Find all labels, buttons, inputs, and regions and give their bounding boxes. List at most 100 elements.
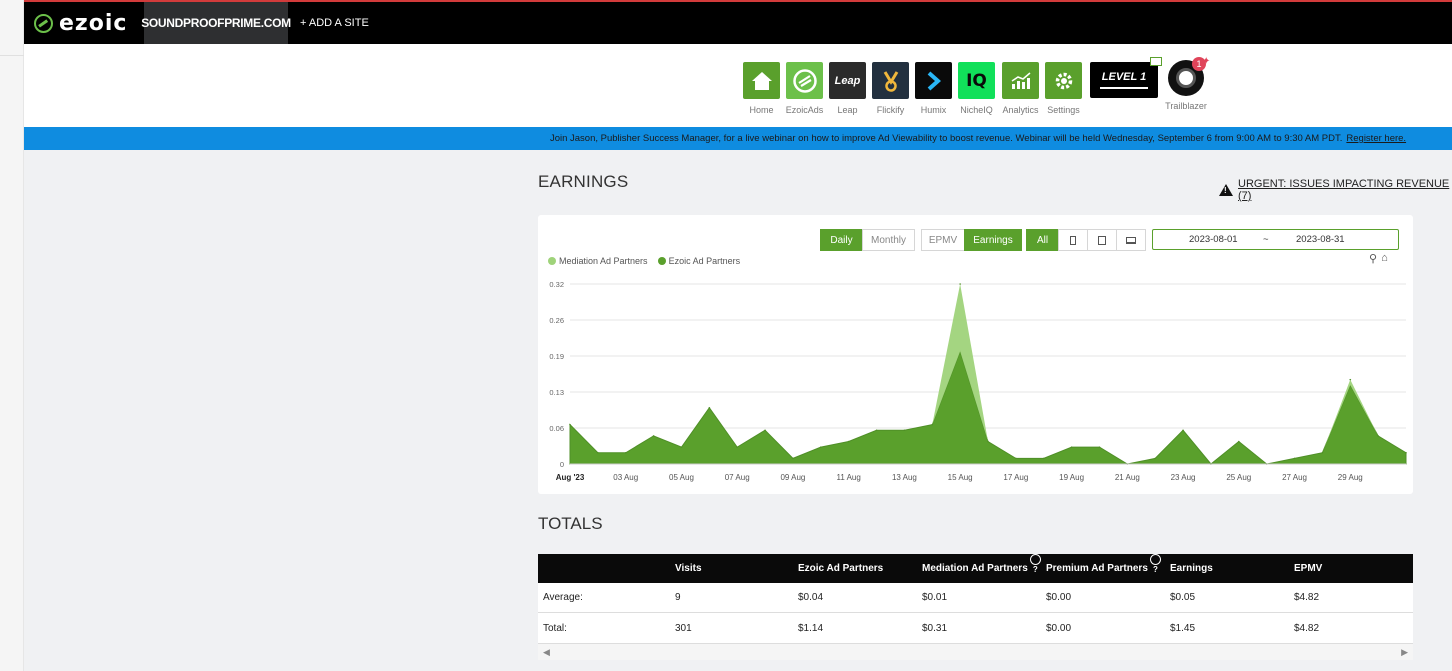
header-premium-ad-partners: Premium Ad Partners? xyxy=(1046,554,1161,583)
data-point xyxy=(820,446,822,448)
data-point xyxy=(875,429,878,432)
level-bar xyxy=(1100,87,1148,89)
gear-icon xyxy=(1045,62,1082,99)
earnings-chart-panel: Daily Monthly EPMV Earnings All 2023-08-… xyxy=(538,215,1413,494)
data-point xyxy=(1377,435,1379,437)
cell-mediation: $0.01 xyxy=(922,592,948,603)
astronaut-helmet-icon xyxy=(1176,68,1196,88)
cell-epmv: $4.82 xyxy=(1294,592,1320,603)
trailblazer-avatar-icon: 1 ✦ xyxy=(1168,56,1210,96)
data-point xyxy=(792,457,794,460)
data-point xyxy=(597,451,599,454)
header-label: Premium Ad Partners xyxy=(1046,563,1148,574)
cell-epmv: $4.82 xyxy=(1294,623,1320,634)
data-point xyxy=(903,429,906,432)
analytics-icon xyxy=(1002,62,1039,99)
data-point xyxy=(680,446,683,448)
header-earnings: Earnings xyxy=(1170,563,1213,574)
cell-earnings: $0.05 xyxy=(1170,592,1196,603)
x-tick-label: Aug '23 xyxy=(556,473,585,482)
header-label: Mediation Ad Partners xyxy=(922,563,1028,574)
data-point xyxy=(1293,457,1296,460)
x-tick-label: 17 Aug xyxy=(1003,473,1028,482)
x-tick-label: 27 Aug xyxy=(1282,473,1307,482)
app-flickify[interactable]: Flickify xyxy=(872,62,909,115)
leap-icon: Leap xyxy=(829,62,866,99)
x-tick-label: 09 Aug xyxy=(780,473,805,482)
app-home[interactable]: Home xyxy=(743,62,780,115)
app-launcher-bar: Home EzoicAds Leap Leap Flickify Humix I… xyxy=(24,44,1452,127)
x-tick-label: 05 Aug xyxy=(669,473,694,482)
webinar-banner: Join Jason, Publisher Success Manager, f… xyxy=(24,127,1452,150)
row-label: Average: xyxy=(543,592,583,603)
urgent-issues-link[interactable]: URGENT: ISSUES IMPACTING REVENUE (7) xyxy=(1219,178,1452,202)
ezoic-logo-icon xyxy=(34,13,53,33)
earnings-chart: 0 0.06 0.13 0.19 0.26 0.32 Aug '23 03 Aug 05 Aug… xyxy=(549,280,1407,482)
nicheiq-icon: IQ xyxy=(958,62,995,99)
header-visits: Visits xyxy=(675,563,702,574)
add-site-link[interactable]: + ADD A SITE xyxy=(300,2,369,44)
data-point xyxy=(569,423,571,426)
divider xyxy=(0,55,24,56)
data-point xyxy=(1015,457,1017,460)
data-point xyxy=(847,440,850,443)
totals-table: Visits Ezoic Ad Partners Mediation Ad Pa… xyxy=(538,554,1413,660)
humix-icon xyxy=(915,62,952,99)
cell-ezoic: $1.14 xyxy=(798,623,824,634)
x-tick-label: 21 Aug xyxy=(1115,473,1140,482)
app-analytics[interactable]: Analytics xyxy=(1002,62,1039,115)
x-tick-label: 29 Aug xyxy=(1338,473,1363,482)
data-point xyxy=(764,429,766,432)
cell-visits: 9 xyxy=(675,592,681,603)
scroll-left-icon[interactable]: ◀ xyxy=(543,647,550,658)
totals-title: TOTALS xyxy=(538,514,603,533)
app-nicheiq[interactable]: IQ NicheIQ xyxy=(958,62,995,115)
help-icon[interactable]: ? xyxy=(1149,554,1161,574)
cell-ezoic: $0.04 xyxy=(798,592,824,603)
y-tick-label: 0 xyxy=(560,460,564,469)
app-ezoicads[interactable]: EzoicAds xyxy=(786,62,823,115)
sparkle-icon: ✦ xyxy=(1202,56,1211,67)
cell-premium: $0.00 xyxy=(1046,623,1072,634)
data-point xyxy=(1098,446,1101,448)
data-point xyxy=(931,423,934,426)
trailblazer[interactable]: 1 ✦ Trailblazer xyxy=(1164,56,1210,111)
banner-text: Join Jason, Publisher Success Manager, f… xyxy=(549,133,1343,144)
earnings-title: EARNINGS xyxy=(538,172,629,191)
data-point xyxy=(652,435,655,437)
app-leap[interactable]: Leap Leap xyxy=(829,62,866,115)
y-tick-label: 0.13 xyxy=(549,388,564,397)
level-badge[interactable]: LEVEL 1 xyxy=(1090,62,1158,98)
data-point xyxy=(708,406,711,409)
house-icon xyxy=(743,62,780,99)
x-tick-label: 13 Aug xyxy=(892,473,917,482)
current-site-tab[interactable]: SOUNDPROOFPRIME.COM xyxy=(141,2,291,44)
level-text: LEVEL 1 xyxy=(1101,71,1147,83)
cell-premium: $0.00 xyxy=(1046,592,1072,603)
mail-icon[interactable] xyxy=(1150,57,1162,66)
ezoic-ads-icon xyxy=(786,62,823,99)
data-point xyxy=(1154,457,1156,460)
y-tick-label: 0.06 xyxy=(549,424,564,433)
app-settings[interactable]: Settings xyxy=(1045,62,1082,115)
table-row: Average: 9 $0.04 $0.01 $0.00 $0.05 $4.82 xyxy=(538,583,1413,613)
scroll-right-icon[interactable]: ▶ xyxy=(1401,647,1408,658)
help-icon[interactable]: ? xyxy=(1029,554,1041,574)
y-tick-label: 0.32 xyxy=(549,280,564,289)
cell-visits: 301 xyxy=(675,623,692,634)
data-point xyxy=(624,451,627,454)
row-label: Total: xyxy=(543,623,567,634)
data-point xyxy=(1238,440,1240,443)
ezoic-logo[interactable]: ezoic xyxy=(34,11,127,36)
app-humix[interactable]: Humix xyxy=(915,62,952,115)
urgent-text: URGENT: ISSUES IMPACTING REVENUE (7) xyxy=(1238,178,1450,202)
register-link[interactable]: Register here. xyxy=(1346,133,1406,144)
x-tick-label: 03 Aug xyxy=(613,473,638,482)
y-tick-label: 0.26 xyxy=(549,316,564,325)
header-epmv: EPMV xyxy=(1294,563,1323,574)
cell-earnings: $1.45 xyxy=(1170,623,1196,634)
x-tick-label: 23 Aug xyxy=(1171,473,1196,482)
data-point xyxy=(1405,451,1407,454)
horizontal-scrollbar[interactable]: ◀ ▶ xyxy=(538,644,1413,660)
app-label: Settings xyxy=(1047,105,1080,115)
